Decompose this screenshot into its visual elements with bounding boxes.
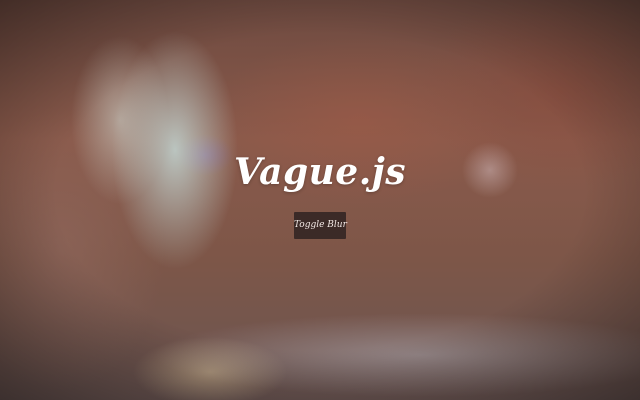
page: Vague.js Toggle Blur xyxy=(0,0,640,400)
page-title: Vague.js xyxy=(233,151,407,193)
hero: Vague.js Toggle Blur xyxy=(0,150,640,239)
toggle-blur-button[interactable]: Toggle Blur xyxy=(294,212,347,239)
